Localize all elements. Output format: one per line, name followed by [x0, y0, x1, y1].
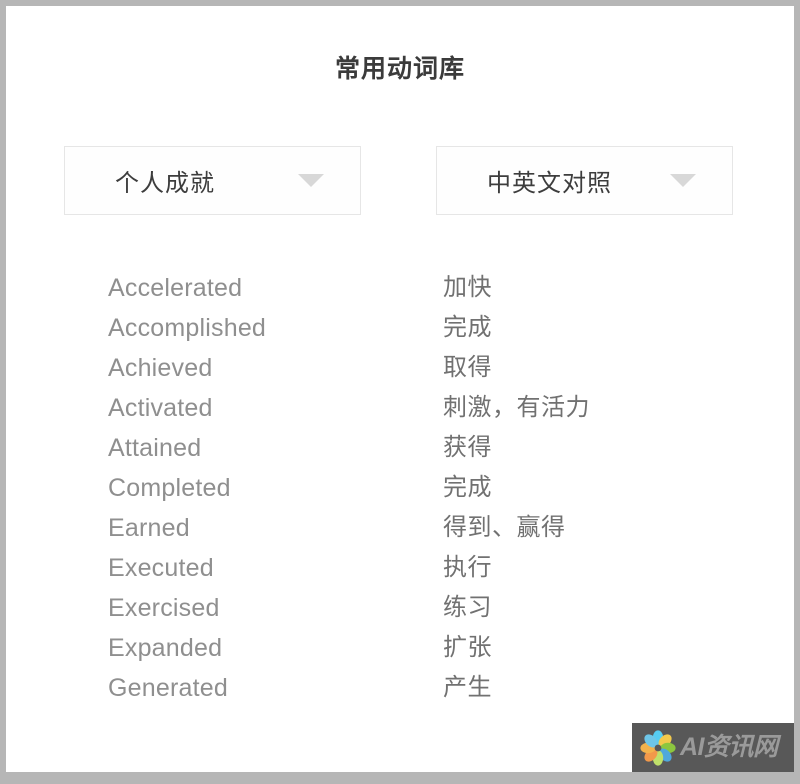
word-english: Accelerated: [108, 274, 243, 302]
word-english: Executed: [108, 554, 214, 582]
word-chinese: 练习: [443, 594, 492, 621]
page-title: 常用动词库: [334, 55, 465, 83]
word-chinese: 得到、赢得: [443, 514, 566, 541]
dropdown-category-value: 个人成就: [115, 170, 215, 197]
word-row: Executed 执行: [6, 548, 794, 588]
watermark-text: AI资讯网: [680, 733, 778, 761]
word-row: Completed 完成: [6, 468, 794, 508]
word-english: Achieved: [108, 354, 213, 382]
word-english: Completed: [108, 474, 231, 502]
word-chinese: 完成: [443, 474, 492, 501]
window-frame: 常用动词库 个人成就 中英文对照 Accelerated 加快 Accomplish…: [0, 0, 800, 784]
word-chinese: 取得: [443, 354, 492, 381]
word-row: Attained 获得: [6, 428, 794, 468]
word-chinese: 完成: [443, 314, 492, 341]
word-row: Accomplished 完成: [6, 308, 794, 348]
dropdown-display-mode-value: 中英文对照: [487, 170, 612, 197]
word-chinese: 执行: [443, 554, 492, 581]
word-english: Activated: [108, 394, 213, 422]
word-chinese: 加快: [443, 274, 492, 301]
word-row: Achieved 取得: [6, 348, 794, 388]
word-chinese: 刺激，有活力: [443, 394, 590, 421]
word-chinese: 扩张: [443, 634, 492, 661]
word-english: Earned: [108, 514, 190, 542]
watermark: AI资讯网: [632, 723, 794, 772]
word-english: Generated: [108, 674, 228, 702]
word-row: Exercised 练习: [6, 588, 794, 628]
page-body: 常用动词库 个人成就 中英文对照 Accelerated 加快 Accomplish…: [6, 6, 794, 772]
word-list: Accelerated 加快 Accomplished 完成 Achieved 取得 Act…: [6, 268, 794, 708]
word-row: Expanded 扩张: [6, 628, 794, 668]
word-row: Activated 刺激，有活力: [6, 388, 794, 428]
word-row: Accelerated 加快: [6, 268, 794, 308]
word-english: Accomplished: [108, 314, 267, 342]
chevron-down-icon: [298, 174, 324, 187]
filter-bar: 个人成就 中英文对照: [6, 146, 794, 218]
flower-logo-icon: [639, 729, 677, 767]
word-row: Earned 得到、赢得: [6, 508, 794, 548]
word-english: Expanded: [108, 634, 223, 662]
word-english: Exercised: [108, 594, 220, 622]
chevron-down-icon: [670, 174, 696, 187]
word-row: Generated 产生: [6, 668, 794, 708]
dropdown-display-mode[interactable]: 中英文对照: [436, 146, 733, 215]
dropdown-category[interactable]: 个人成就: [64, 146, 361, 215]
word-chinese: 产生: [443, 674, 492, 701]
word-chinese: 获得: [443, 434, 492, 461]
word-english: Attained: [108, 434, 202, 462]
